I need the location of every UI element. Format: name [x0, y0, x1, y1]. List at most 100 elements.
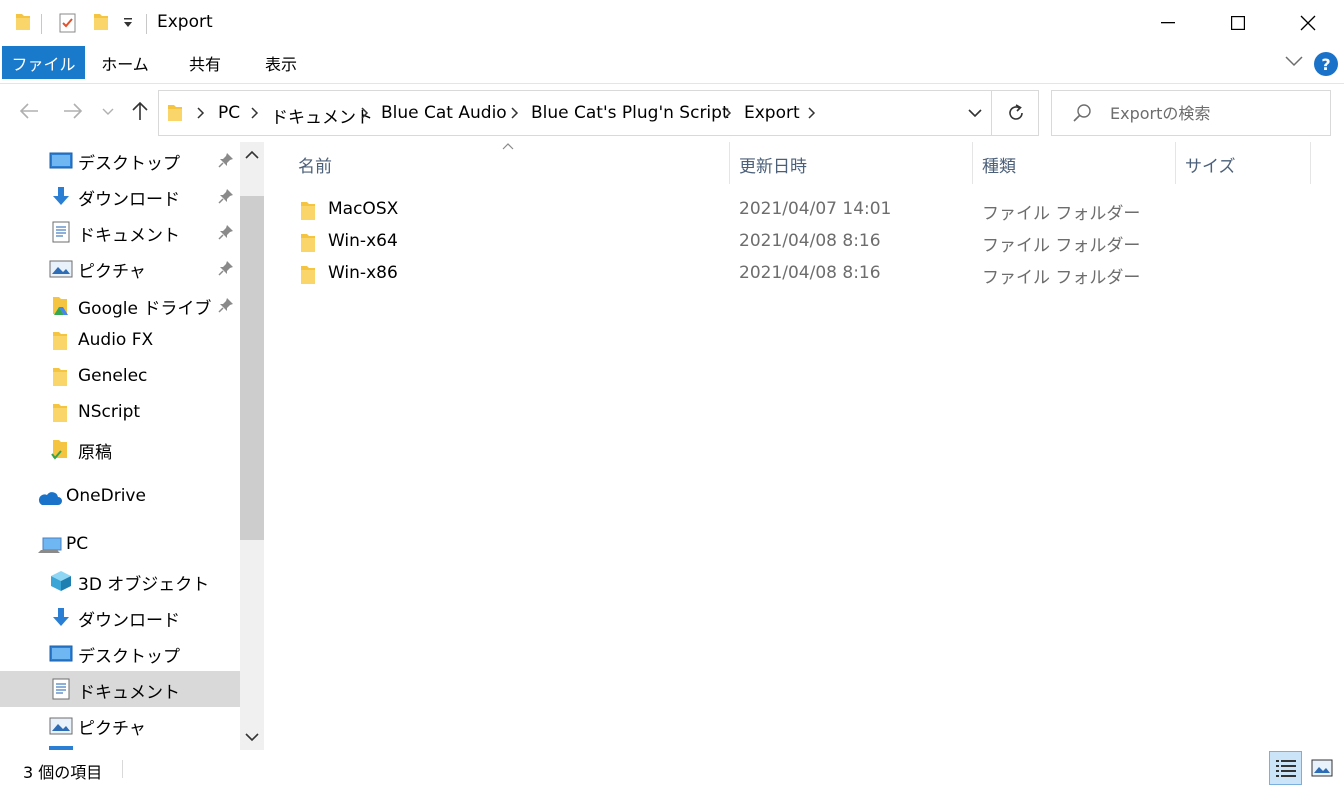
chevron-right-icon[interactable]: [251, 107, 259, 119]
close-icon: [1300, 15, 1316, 31]
sidebar-item-downloads[interactable]: ダウンロード: [0, 178, 240, 214]
properties-icon[interactable]: [58, 12, 78, 34]
refresh-button[interactable]: [991, 91, 1039, 135]
breadcrumb-plugn-script[interactable]: Blue Cat's Plug'n Script: [531, 103, 729, 123]
scroll-down-icon[interactable]: [244, 732, 260, 742]
breadcrumb-pc[interactable]: PC: [218, 103, 240, 123]
column-header-size[interactable]: サイズ: [1185, 152, 1236, 177]
large-icons-view-button[interactable]: [1305, 751, 1338, 785]
minimize-button[interactable]: [1133, 0, 1203, 46]
sidebar-item-pc[interactable]: PC: [0, 527, 240, 563]
chevron-down-icon: [968, 108, 982, 117]
details-view-icon: [1275, 760, 1296, 777]
sidebar-item-audio-fx[interactable]: Audio FX: [0, 323, 240, 359]
customize-quick-access-icon[interactable]: [122, 18, 134, 28]
file-name[interactable]: MacOSX: [328, 199, 398, 219]
scrollbar-thumb[interactable]: [240, 196, 264, 540]
table-row[interactable]: Win-x64 2021/04/08 8:16 ファイル フォルダー: [292, 228, 1312, 258]
details-view-button[interactable]: [1269, 751, 1302, 785]
sidebar-item-downloads-pc[interactable]: ダウンロード: [0, 599, 240, 635]
expand-ribbon-icon[interactable]: [1284, 54, 1304, 68]
breadcrumb-documents[interactable]: ドキュメント: [271, 103, 373, 128]
recent-locations-icon[interactable]: [102, 108, 114, 116]
ribbon-tabs: ファイル ホーム 共有 表示 ?: [0, 46, 1344, 84]
file-date: 2021/04/07 14:01: [739, 199, 892, 219]
synced-folder-icon: [51, 439, 69, 461]
column-header-name[interactable]: 名前: [298, 152, 332, 177]
large-icons-view-icon: [1311, 759, 1332, 777]
sidebar-item-genelec[interactable]: Genelec: [0, 359, 240, 395]
sidebar-item-documents-pc[interactable]: ドキュメント: [0, 671, 240, 707]
forward-arrow-icon[interactable]: [62, 100, 84, 122]
file-type: ファイル フォルダー: [982, 268, 1141, 288]
breadcrumb-blue-cat-audio[interactable]: Blue Cat Audio: [381, 103, 507, 123]
folder-icon: [52, 331, 68, 351]
sidebar-scrollbar[interactable]: [240, 142, 264, 750]
sidebar-item-google-drive[interactable]: Google ドライブ: [0, 287, 240, 323]
picture-icon: [49, 260, 73, 278]
chevron-right-icon[interactable]: [197, 107, 205, 119]
sidebar-item-documents[interactable]: ドキュメント: [0, 214, 240, 250]
sidebar-item-pictures-pc[interactable]: ピクチャ: [0, 707, 240, 743]
sidebar-item-3d-objects[interactable]: 3D オブジェクト: [0, 563, 240, 599]
folder-icon: [52, 367, 68, 387]
desktop-icon: [49, 152, 73, 170]
window-title: Export: [157, 12, 213, 32]
folder-icon: [52, 403, 68, 423]
maximize-button[interactable]: [1203, 0, 1273, 46]
tab-home[interactable]: ホーム: [90, 46, 160, 79]
column-header-date[interactable]: 更新日時: [739, 152, 807, 177]
picture-icon: [49, 717, 73, 735]
download-icon: [51, 186, 71, 208]
file-name[interactable]: Win-x64: [328, 231, 398, 251]
tab-view[interactable]: 表示: [248, 46, 314, 79]
chevron-right-icon[interactable]: [724, 107, 732, 119]
scroll-up-icon[interactable]: [244, 150, 260, 160]
new-folder-icon[interactable]: [92, 12, 110, 32]
tab-share[interactable]: 共有: [172, 46, 238, 79]
table-row[interactable]: MacOSX 2021/04/07 14:01 ファイル フォルダー: [292, 196, 1312, 226]
sidebar-item-desktop[interactable]: デスクトップ: [0, 142, 240, 178]
refresh-icon: [1008, 104, 1023, 120]
sidebar-item-desktop-pc[interactable]: デスクトップ: [0, 635, 240, 671]
pin-icon[interactable]: [218, 224, 234, 240]
navigation-pane: デスクトップ ダウンロード ドキュメント ピクチャ Google ドライブ Au…: [0, 142, 268, 750]
sidebar-item-pictures[interactable]: ピクチャ: [0, 250, 240, 286]
breadcrumb-export[interactable]: Export: [744, 103, 800, 123]
address-bar[interactable]: PC ドキュメント Blue Cat Audio Blue Cat's Plug…: [158, 90, 1039, 136]
back-arrow-icon[interactable]: [18, 100, 40, 122]
item-count: 3 個の項目: [23, 763, 103, 782]
file-name[interactable]: Win-x86: [328, 263, 398, 283]
pin-icon[interactable]: [218, 188, 234, 204]
chevron-right-icon[interactable]: [808, 107, 816, 119]
search-box[interactable]: [1051, 90, 1331, 136]
document-icon: [52, 221, 70, 243]
folder-icon: [300, 233, 316, 253]
download-icon: [51, 607, 71, 629]
pin-icon[interactable]: [218, 260, 234, 276]
address-history-button[interactable]: [959, 91, 991, 135]
maximize-icon: [1231, 16, 1245, 30]
tab-file[interactable]: ファイル: [2, 46, 85, 79]
navigation-bar: PC ドキュメント Blue Cat Audio Blue Cat's Plug…: [0, 84, 1344, 142]
sort-ascending-icon: [502, 142, 514, 150]
sidebar-item-manuscripts[interactable]: 原稿: [0, 431, 240, 467]
table-row[interactable]: Win-x86 2021/04/08 8:16 ファイル フォルダー: [292, 260, 1312, 290]
pin-icon[interactable]: [218, 152, 234, 168]
file-date: 2021/04/08 8:16: [739, 231, 881, 251]
column-header-type[interactable]: 種類: [982, 152, 1016, 177]
folder-icon: [167, 103, 183, 123]
pin-icon[interactable]: [218, 297, 234, 313]
folder-icon: [300, 265, 316, 285]
chevron-right-icon[interactable]: [361, 107, 369, 119]
sidebar-item-nscript[interactable]: NScript: [0, 395, 240, 431]
chevron-right-icon[interactable]: [511, 107, 519, 119]
close-button[interactable]: [1273, 0, 1343, 46]
status-bar: 3 個の項目: [0, 750, 1344, 787]
search-input[interactable]: [1110, 101, 1320, 125]
up-arrow-icon[interactable]: [129, 100, 151, 122]
onedrive-icon: [36, 490, 62, 506]
sidebar-item-onedrive[interactable]: OneDrive: [0, 479, 240, 515]
file-list: 名前 更新日時 種類 サイズ MacOSX 2021/04/07 14:01 フ…: [270, 142, 1344, 750]
help-button[interactable]: ?: [1314, 52, 1338, 76]
